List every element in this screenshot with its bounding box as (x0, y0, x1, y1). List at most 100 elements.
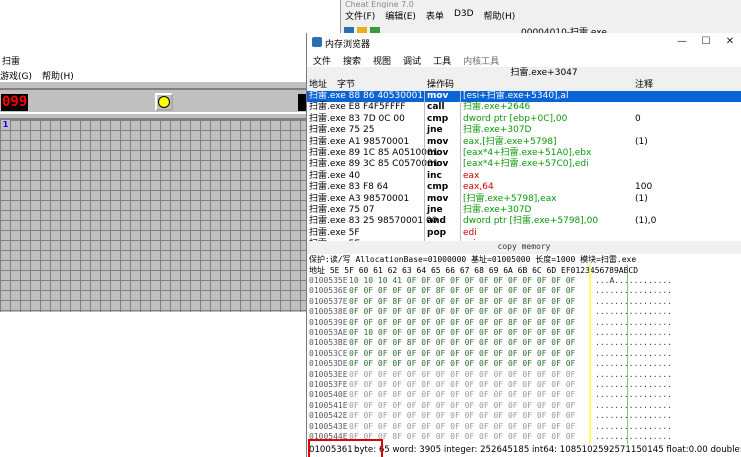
hex-row-bytes[interactable]: 0F 0F 0F 0F 0F 0F 0F 0F 0F 0F 0F 0F 0F 0… (349, 370, 575, 380)
hex-row-bytes[interactable]: 0F 0F 0F 0F 0F 0F 0F 0F 0F 0F 0F 0F 0F 0… (349, 390, 575, 400)
disasm-row[interactable]: 扫雷.exe 5F pop edi (307, 228, 741, 239)
disasm-row[interactable]: 扫雷.exe 83 25 98570001 00 and dword ptr [扫雷… (307, 216, 741, 227)
disasm-operand: [eax*4+扫雷.exe+51A0],ebx (463, 148, 592, 158)
memory-viewer-window: 内存浏览器 — ☐ ✕ 文件 搜索 视图 调试 工具 内核工具 扫雷.exe+3… (306, 33, 741, 457)
disasm-address: 扫雷.exe 88 86 40530001 (309, 91, 424, 101)
disasm-row[interactable]: 扫雷.exe 89 3C 85 C0570001 mov [eax*4+扫雷.exe… (307, 159, 741, 170)
menu-view[interactable]: 视图 (373, 54, 391, 67)
hex-row-bytes[interactable]: 0F 0F 0F 0F 0F 0F 0F 0F 0F 0F 0F 8F 0F 0… (349, 318, 575, 328)
menu-game[interactable]: 游戏(G) (0, 69, 32, 82)
hex-row-address: 0100543E (309, 421, 348, 431)
ce-menu-d3d[interactable]: D3D (454, 9, 474, 22)
hex-row-bytes[interactable]: 0F 0F 0F 0F 0F 0F 0F 0F 0F 0F 0F 0F 0F 0… (349, 380, 575, 390)
disasm-row[interactable]: 扫雷.exe 83 F8 64 cmp eax,64 100 (307, 182, 741, 193)
disasm-mnemonic: mov (427, 193, 449, 204)
hex-row-bytes[interactable]: 0F 0F 0F 0F 8F 0F 0F 0F 0F 0F 0F 0F 0F 0… (349, 338, 575, 348)
hex-row-bytes[interactable]: 0F 0F 0F 0F 0F 0F 0F 0F 0F 0F 0F 0F 0F 0… (349, 401, 575, 411)
disasm-address: 扫雷.exe 75 07 (309, 205, 375, 215)
menu-debug[interactable]: 调试 (403, 54, 421, 67)
col-comment[interactable]: 注释 (635, 79, 653, 91)
minimize-icon[interactable]: — (675, 35, 689, 49)
disasm-mnemonic: and (427, 216, 446, 227)
smiley-reset-button[interactable] (155, 93, 173, 111)
hex-row-address: 010053BE (309, 338, 348, 348)
hex-row-address: 010053FE (309, 380, 348, 389)
copy-memory-splitter[interactable]: copy memory (307, 241, 741, 253)
hex-row-bytes[interactable]: 0F 0F 0F 0F 0F 0F 0F 0F 0F 0F 0F 0F 0F 0… (349, 359, 575, 369)
disasm-operand: dword ptr [ebp+0C],00 (463, 113, 568, 124)
memory-region-info: 保护:读/写 AllocationBase=01000000 基址=010050… (307, 254, 741, 265)
hex-row[interactable]: 010053DE 0F 0F 0F 0F 0F 0F 0F 0F 0F 0F 0F… (307, 359, 741, 369)
hex-row[interactable]: 0100543E 0F 0F 0F 0F 0F 0F 0F 0F 0F 0F 0F… (307, 422, 741, 432)
memview-title: 内存浏览器 (325, 40, 371, 50)
hex-row[interactable]: 0100539E 0F 0F 0F 0F 0F 0F 0F 0F 0F 0F 0F… (307, 318, 741, 328)
hex-row[interactable]: 0100536E 0F 0F 0F 0F 0F 0F 8F 0F 0F 0F 0F… (307, 286, 741, 296)
disasm-operand: edi (463, 227, 477, 238)
hex-row-ascii: ...A............ (595, 276, 673, 285)
hex-row[interactable]: 010053FE 0F 0F 0F 0F 0F 0F 0F 0F 0F 0F 0F… (307, 380, 741, 390)
hex-row-address: 0100540E (309, 390, 348, 400)
close-icon[interactable]: ✕ (723, 35, 737, 49)
ce-menu-file[interactable]: 文件(F) (345, 9, 375, 22)
hex-row[interactable]: 0100541E 0F 0F 0F 0F 0F 0F 0F 0F 0F 0F 0F… (307, 401, 741, 411)
hex-row-bytes[interactable]: 10 10 10 41 0F 0F 0F 0F 0F 0F 0F 0F 0F 0… (349, 276, 575, 286)
hex-row[interactable]: 0100537E 0F 0F 0F 8F 0F 0F 0F 0F 0F 8F 0F… (307, 297, 741, 307)
hex-row-bytes[interactable]: 0F 0F 0F 0F 0F 0F 0F 0F 0F 0F 0F 0F 0F 0… (349, 422, 575, 432)
disasm-mnemonic: cmp (427, 113, 449, 124)
disasm-row[interactable]: 扫雷.exe A3 98570001 mov [扫雷.exe+5798],eax (1… (307, 194, 741, 205)
hex-row-bytes[interactable]: 0F 10 0F 0F 0F 0F 0F 0F 0F 0F 0F 0F 0F 0… (349, 328, 575, 338)
hex-row[interactable]: 0100538E 0F 0F 0F 0F 0F 0F 0F 0F 0F 0F 0F… (307, 307, 741, 317)
disasm-row[interactable]: 扫雷.exe 89 1C 85 A0510001 mov [eax*4+扫雷.exe… (307, 148, 741, 159)
menu-file[interactable]: 文件 (313, 54, 331, 67)
hex-row-address: 0100535E (309, 276, 348, 285)
hex-row-bytes[interactable]: 0F 0F 0F 0F 0F 0F 8F 0F 0F 0F 0F 0F 0F 0… (349, 286, 575, 296)
disasm-row[interactable]: 扫雷.exe A1 98570001 mov eax,[扫雷.exe+5798] (1… (307, 137, 741, 148)
disasm-address: 扫雷.exe 83 F8 64 (309, 182, 389, 193)
hex-row-bytes[interactable]: 0F 0F 0F 0F 0F 0F 0F 0F 0F 0F 0F 0F 0F 0… (349, 307, 575, 317)
disasm-address: 扫雷.exe E8 F4F5FFFF (309, 102, 406, 113)
minesweeper-menubar: 游戏(G) 帮助(H) (0, 67, 311, 82)
disasm-operand: 扫雷.exe+307D (463, 205, 532, 215)
hex-row-ascii: ................ (595, 411, 673, 421)
disasm-row[interactable]: 扫雷.exe 75 25 jne 扫雷.exe+307D (307, 125, 741, 136)
ce-menu-edit[interactable]: 编辑(E) (385, 9, 416, 22)
hex-row[interactable]: 010053BE 0F 0F 0F 0F 8F 0F 0F 0F 0F 0F 0F… (307, 338, 741, 348)
minefield-grid[interactable] (0, 118, 312, 312)
disasm-row[interactable]: 扫雷.exe 40 inc eax (307, 171, 741, 182)
hex-row[interactable]: 0100542E 0F 0F 0F 0F 0F 0F 0F 0F 0F 0F 0F… (307, 411, 741, 421)
revealed-cell[interactable]: 1 (1, 120, 10, 129)
disasm-row[interactable]: 扫雷.exe 83 7D 0C 00 cmp dword ptr [ebp+0C],… (307, 114, 741, 125)
hex-row[interactable]: 0100535E 10 10 10 41 0F 0F 0F 0F 0F 0F 0F… (307, 276, 741, 286)
disasm-mnemonic: jne (427, 125, 443, 136)
menu-tools[interactable]: 工具 (433, 54, 451, 67)
disasm-row[interactable]: 扫雷.exe 75 07 jne 扫雷.exe+307D (307, 205, 741, 216)
menu-search[interactable]: 搜索 (343, 54, 361, 67)
ce-menu-table[interactable]: 表单 (426, 9, 444, 22)
disasm-row[interactable]: 扫雷.exe E8 F4F5FFFF call 扫雷.exe+2646 (307, 102, 741, 113)
disasm-mnemonic: mov (427, 159, 449, 170)
maximize-icon[interactable]: ☐ (699, 35, 713, 49)
hex-row-ascii: ................ (595, 317, 673, 327)
hex-row[interactable]: 010053EE 0F 0F 0F 0F 0F 0F 0F 0F 0F 0F 0F… (307, 370, 741, 380)
hex-row[interactable]: 010053AE 0F 10 0F 0F 0F 0F 0F 0F 0F 0F 0F… (307, 328, 741, 338)
hex-row[interactable]: 0100540E 0F 0F 0F 0F 0F 0F 0F 0F 0F 0F 0F… (307, 390, 741, 400)
hex-row-ascii: ................ (595, 296, 673, 306)
col-opcode[interactable]: 操作码 (427, 79, 454, 91)
menu-kernel-tools[interactable]: 内核工具 (463, 54, 499, 67)
menu-help[interactable]: 帮助(H) (42, 69, 74, 82)
disasm-row[interactable]: 扫雷.exe 88 86 40530001 mov [esi+扫雷.exe+5340… (307, 91, 741, 103)
hex-view[interactable]: 0100535E 10 10 10 41 0F 0F 0F 0F 0F 0F 0F… (307, 276, 741, 444)
col-bytes[interactable]: 字节 (337, 79, 355, 91)
hex-row-bytes[interactable]: 0F 0F 0F 8F 0F 0F 0F 0F 0F 8F 0F 0F 8F 0… (349, 297, 575, 307)
disasm-operand: eax (463, 170, 480, 181)
hex-row-bytes[interactable]: 0F 0F 0F 0F 0F 0F 0F 0F 0F 0F 0F 0F 0F 0… (349, 349, 575, 359)
ce-menu-help[interactable]: 帮助(H) (484, 9, 516, 22)
hex-row-address: 0100539E (309, 317, 348, 327)
hex-row-ascii: ................ (595, 369, 673, 379)
disassembly-view[interactable]: 扫雷.exe 88 86 40530001 mov [esi+扫雷.exe+5340… (307, 91, 741, 241)
disasm-mnemonic: mov (427, 136, 449, 147)
col-address[interactable]: 地址 (309, 79, 327, 91)
hex-row-bytes[interactable]: 0F 0F 0F 0F 0F 0F 0F 0F 0F 0F 0F 0F 0F 0… (349, 411, 575, 421)
hex-row[interactable]: 010053CE 0F 0F 0F 0F 0F 0F 0F 0F 0F 0F 0F… (307, 349, 741, 359)
app-icon (312, 37, 322, 47)
